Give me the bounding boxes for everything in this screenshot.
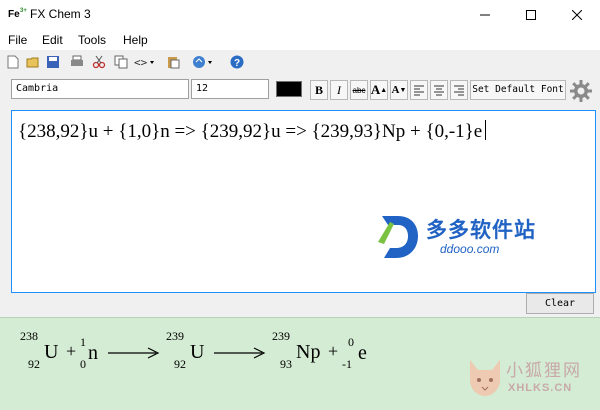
- plus-sign: +: [66, 341, 77, 361]
- menu-bar: File Edit Tools Help: [0, 30, 600, 50]
- italic-button[interactable]: I: [330, 80, 348, 100]
- help-icon[interactable]: ?: [230, 55, 244, 69]
- menu-help[interactable]: Help: [123, 33, 148, 47]
- mass-number: 0: [348, 335, 354, 349]
- shrink-font-button[interactable]: A ▼: [390, 80, 408, 100]
- mass-number: 238: [20, 329, 38, 343]
- cut-icon[interactable]: [92, 55, 106, 69]
- close-icon: [572, 10, 582, 20]
- text-caret: [485, 120, 487, 140]
- align-left-icon: [414, 85, 424, 96]
- set-default-font-button[interactable]: Set Default Font: [470, 80, 566, 100]
- new-file-icon[interactable]: [6, 55, 20, 69]
- title-bar: Fe 3+ FX Chem 3: [0, 0, 600, 30]
- menu-edit[interactable]: Edit: [42, 33, 63, 47]
- toolbar: <> ?: [0, 50, 600, 76]
- watermark-xhlks: 小狐狸网 XHLKS.CN: [466, 350, 600, 406]
- align-center-button[interactable]: [430, 80, 448, 100]
- format-bar: Cambria 12 B I abc A ▲ A ▼ Set Default Fon…: [0, 76, 600, 106]
- atomic-number: 92: [174, 357, 186, 371]
- minimize-button[interactable]: [462, 0, 508, 30]
- element-symbol: U: [190, 341, 205, 363]
- align-center-icon: [434, 85, 444, 96]
- save-icon[interactable]: [46, 55, 60, 69]
- clear-button[interactable]: Clear: [526, 293, 594, 314]
- copy-icon[interactable]: [114, 55, 128, 69]
- reaction-arrow-icon: [108, 347, 160, 359]
- minimize-icon: [480, 14, 490, 16]
- atomic-number: -1: [342, 357, 352, 371]
- print-icon[interactable]: [70, 55, 84, 69]
- maximize-icon: [526, 10, 536, 20]
- svg-text:?: ?: [234, 58, 240, 69]
- watermark-ddooo: 多多软件站 ddooo.com: [376, 212, 576, 262]
- browser-icon[interactable]: [192, 55, 214, 69]
- open-folder-icon[interactable]: [26, 55, 40, 69]
- atomic-number: 0: [80, 357, 86, 371]
- app-icon: Fe 3+: [8, 8, 27, 20]
- code-icon[interactable]: <>: [134, 55, 156, 69]
- text-color-swatch[interactable]: [276, 81, 302, 97]
- element-symbol: Np: [296, 341, 321, 363]
- element-symbol: U: [44, 341, 59, 363]
- mass-number: 1: [80, 335, 86, 349]
- svg-text:<>: <>: [134, 56, 148, 69]
- window-title: FX Chem 3: [30, 7, 91, 21]
- align-right-button[interactable]: [450, 80, 468, 100]
- gear-icon[interactable]: [569, 79, 593, 103]
- editor-text: {238,92}u + {1,0}n => {239,92}u => {239,…: [18, 120, 487, 143]
- menu-file[interactable]: File: [8, 33, 27, 47]
- bold-button[interactable]: B: [310, 80, 328, 100]
- equation-editor[interactable]: {238,92}u + {1,0}n => {239,92}u => {239,…: [11, 110, 596, 293]
- close-button[interactable]: [554, 0, 600, 30]
- paste-icon[interactable]: [166, 55, 180, 69]
- strikethrough-button[interactable]: abc: [350, 80, 368, 100]
- atomic-number: 93: [280, 357, 292, 371]
- plus-sign: +: [328, 341, 339, 361]
- ddooo-logo-icon: [378, 216, 418, 258]
- grow-font-button[interactable]: A ▲: [370, 80, 388, 100]
- element-symbol: n: [88, 342, 98, 364]
- font-name-select[interactable]: Cambria: [11, 79, 189, 99]
- font-size-select[interactable]: 12: [191, 79, 269, 99]
- menu-tools[interactable]: Tools: [78, 33, 106, 47]
- align-right-icon: [454, 85, 464, 96]
- mass-number: 239: [166, 329, 184, 343]
- fox-logo-icon: [470, 360, 500, 396]
- align-left-button[interactable]: [410, 80, 428, 100]
- element-symbol: e: [358, 342, 367, 364]
- mass-number: 239: [272, 329, 290, 343]
- atomic-number: 92: [28, 357, 40, 371]
- maximize-button[interactable]: [508, 0, 554, 30]
- reaction-arrow-icon: [214, 347, 266, 359]
